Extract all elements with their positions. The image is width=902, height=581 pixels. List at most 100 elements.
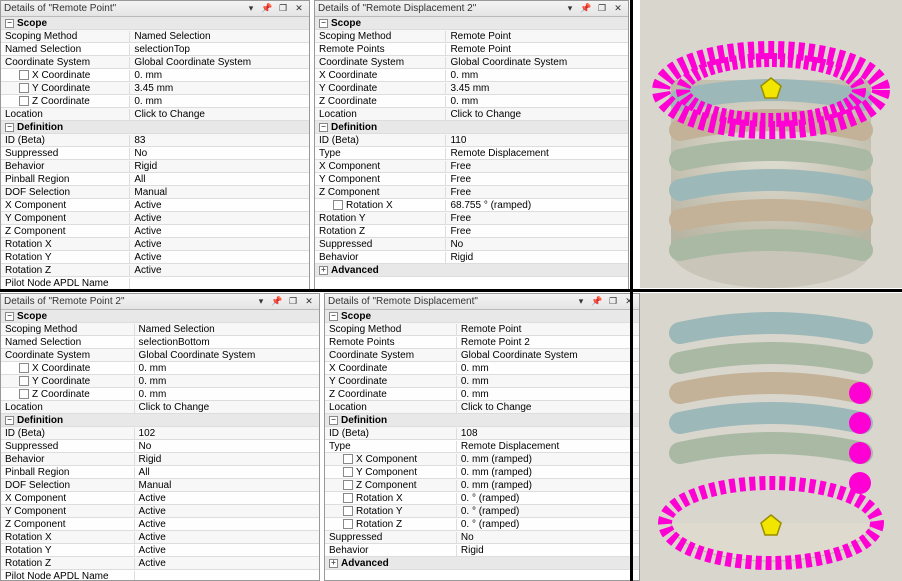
property-value[interactable]: 0. mm (135, 389, 319, 400)
section-header[interactable]: −Scope (325, 310, 639, 323)
property-value[interactable]: Active (135, 558, 319, 569)
checkbox[interactable] (343, 454, 353, 464)
property-row[interactable]: TypeRemote Displacement (315, 147, 628, 160)
property-row[interactable]: SuppressedNo (315, 238, 628, 251)
property-value[interactable]: Click to Change (135, 402, 319, 413)
property-value[interactable]: No (446, 239, 628, 250)
property-value[interactable]: Click to Change (446, 109, 628, 120)
property-value[interactable]: 108 (457, 428, 639, 439)
property-value[interactable]: 0. mm (446, 96, 628, 107)
property-row[interactable]: Z ComponentFree (315, 186, 628, 199)
dropdown-icon[interactable]: ▾ (563, 3, 577, 15)
property-value[interactable]: Global Coordinate System (135, 350, 319, 361)
details-remote-displacement-panel[interactable]: Details of "Remote Displacement"▾📌❐✕−Sco… (324, 293, 640, 581)
property-value[interactable]: Active (135, 545, 319, 556)
property-value[interactable]: 68.755 ° (ramped) (446, 200, 628, 211)
property-value[interactable]: Active (135, 493, 319, 504)
window-icon[interactable]: ❐ (276, 3, 290, 15)
property-row[interactable]: Pinball RegionAll (1, 173, 309, 186)
property-value[interactable]: Click to Change (130, 109, 309, 120)
close-icon[interactable]: ✕ (302, 296, 316, 308)
collapse-icon[interactable]: − (319, 123, 328, 132)
pin-icon[interactable]: 📌 (590, 296, 604, 308)
details-remote-point-panel[interactable]: Details of "Remote Point"▾📌❐✕−ScopeScopi… (0, 0, 310, 290)
property-row[interactable]: Coordinate SystemGlobal Coordinate Syste… (325, 349, 639, 362)
checkbox[interactable] (343, 467, 353, 477)
property-row[interactable]: Z ComponentActive (1, 518, 319, 531)
property-row[interactable]: Rotation XActive (1, 238, 309, 251)
property-row[interactable]: Z Coordinate0. mm (1, 388, 319, 401)
collapse-icon[interactable]: − (5, 312, 14, 321)
property-value[interactable]: Active (130, 265, 309, 276)
property-row[interactable]: Remote PointsRemote Point (315, 43, 628, 56)
expand-icon[interactable]: + (329, 559, 338, 568)
property-row[interactable]: Pilot Node APDL Name (1, 570, 319, 580)
property-value[interactable]: 0. mm (130, 96, 309, 107)
property-row[interactable]: Scoping MethodNamed Selection (1, 323, 319, 336)
checkbox[interactable] (343, 506, 353, 516)
section-header[interactable]: −Definition (1, 414, 319, 427)
property-value[interactable]: Active (130, 226, 309, 237)
viewport-top[interactable] (640, 0, 902, 288)
checkbox[interactable] (19, 363, 29, 373)
property-row[interactable]: Rotation ZActive (1, 264, 309, 277)
property-value[interactable]: Active (130, 200, 309, 211)
section-header[interactable]: −Scope (1, 17, 309, 30)
property-value[interactable]: No (130, 148, 309, 159)
collapse-icon[interactable]: − (5, 123, 14, 132)
property-row[interactable]: Rotation XActive (1, 531, 319, 544)
property-row[interactable]: Coordinate SystemGlobal Coordinate Syste… (1, 349, 319, 362)
property-value[interactable]: Remote Point (446, 44, 628, 55)
property-row[interactable]: Remote PointsRemote Point 2 (325, 336, 639, 349)
property-row[interactable]: Coordinate SystemGlobal Coordinate Syste… (1, 56, 309, 69)
property-row[interactable]: Y Coordinate3.45 mm (1, 82, 309, 95)
property-value[interactable]: Rigid (130, 161, 309, 172)
property-row[interactable]: Scoping MethodNamed Selection (1, 30, 309, 43)
property-value[interactable]: Global Coordinate System (130, 57, 309, 68)
property-value[interactable]: Active (130, 239, 309, 250)
property-row[interactable]: Z Coordinate0. mm (325, 388, 639, 401)
section-header[interactable]: +Advanced (315, 264, 628, 277)
section-header[interactable]: −Definition (325, 414, 639, 427)
property-row[interactable]: Z Component0. mm (ramped) (325, 479, 639, 492)
collapse-icon[interactable]: − (319, 19, 328, 28)
property-grid[interactable]: −ScopeScoping MethodRemote PointRemote P… (315, 17, 628, 289)
property-row[interactable]: ID (Beta)83 (1, 134, 309, 147)
property-row[interactable]: ID (Beta)102 (1, 427, 319, 440)
property-value[interactable]: 0. ° (ramped) (457, 519, 639, 530)
property-value[interactable]: All (135, 467, 319, 478)
collapse-icon[interactable]: − (5, 416, 14, 425)
property-value[interactable]: Remote Displacement (446, 148, 628, 159)
property-value[interactable]: 102 (135, 428, 319, 439)
property-value[interactable]: 0. mm (135, 363, 319, 374)
property-row[interactable]: Y ComponentActive (1, 505, 319, 518)
property-row[interactable]: X Coordinate0. mm (315, 69, 628, 82)
checkbox[interactable] (19, 389, 29, 399)
property-row[interactable]: BehaviorRigid (1, 453, 319, 466)
property-value[interactable]: Free (446, 213, 628, 224)
property-value[interactable]: Manual (135, 480, 319, 491)
property-grid[interactable]: −ScopeScoping MethodRemote PointRemote P… (325, 310, 639, 580)
property-row[interactable]: Rotation X68.755 ° (ramped) (315, 199, 628, 212)
property-value[interactable]: 0. mm (457, 389, 639, 400)
checkbox[interactable] (333, 200, 343, 210)
checkbox[interactable] (343, 519, 353, 529)
section-header[interactable]: −Definition (1, 121, 309, 134)
property-value[interactable]: Named Selection (135, 324, 319, 335)
checkbox[interactable] (19, 376, 29, 386)
property-row[interactable]: SuppressedNo (1, 440, 319, 453)
property-row[interactable]: LocationClick to Change (325, 401, 639, 414)
property-value[interactable]: Free (446, 174, 628, 185)
property-row[interactable]: LocationClick to Change (1, 401, 319, 414)
dropdown-icon[interactable]: ▾ (244, 3, 258, 15)
collapse-icon[interactable]: − (329, 416, 338, 425)
property-row[interactable]: LocationClick to Change (315, 108, 628, 121)
property-value[interactable]: Free (446, 187, 628, 198)
property-value[interactable]: All (130, 174, 309, 185)
property-row[interactable]: Scoping MethodRemote Point (325, 323, 639, 336)
property-value[interactable]: 0. mm (ramped) (457, 454, 639, 465)
checkbox[interactable] (343, 493, 353, 503)
property-value[interactable]: Free (446, 161, 628, 172)
property-row[interactable]: X ComponentActive (1, 492, 319, 505)
property-row[interactable]: Y ComponentFree (315, 173, 628, 186)
